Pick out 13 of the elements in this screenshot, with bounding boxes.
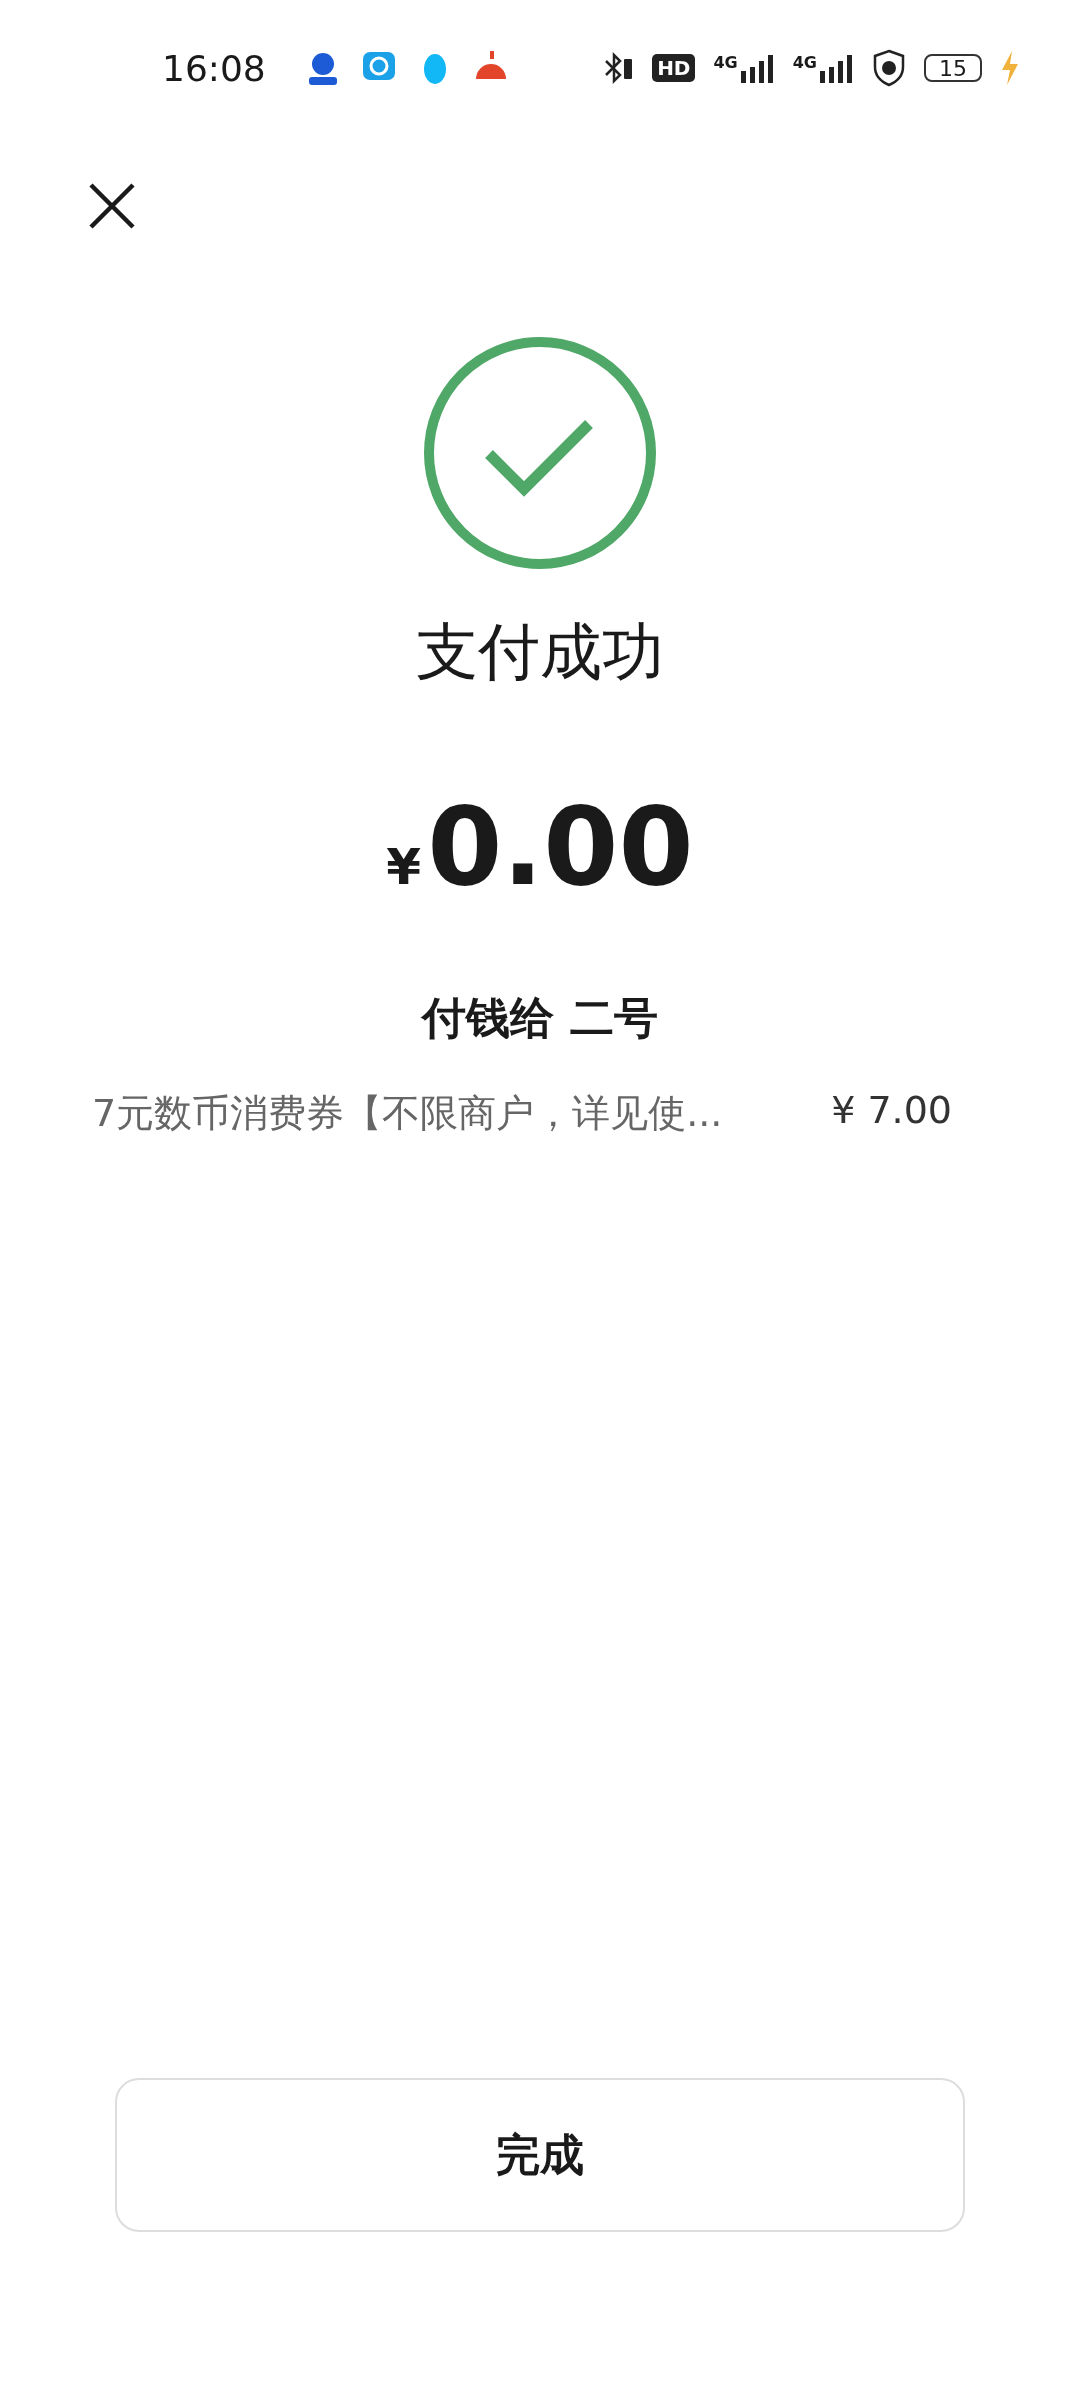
success-check-icon [423,336,657,570]
payment-status-title: 支付成功 [416,614,664,690]
coupon-price: ¥ 7.00 [831,1088,952,1134]
currency-symbol: ¥ [386,838,422,896]
battery-icon: 15 [924,54,982,82]
payment-amount: 0.00 [427,784,694,909]
hd-icon: HD [652,54,696,82]
coupon-name: 7元数币消费券【不限商户，详见使... [92,1090,723,1137]
status-time: 16:08 [162,47,266,89]
payee-label: 付钱给 二号 [422,991,658,1045]
close-icon[interactable] [88,182,136,230]
done-button[interactable]: 完成 [115,2078,965,2232]
shield-icon [872,49,906,87]
